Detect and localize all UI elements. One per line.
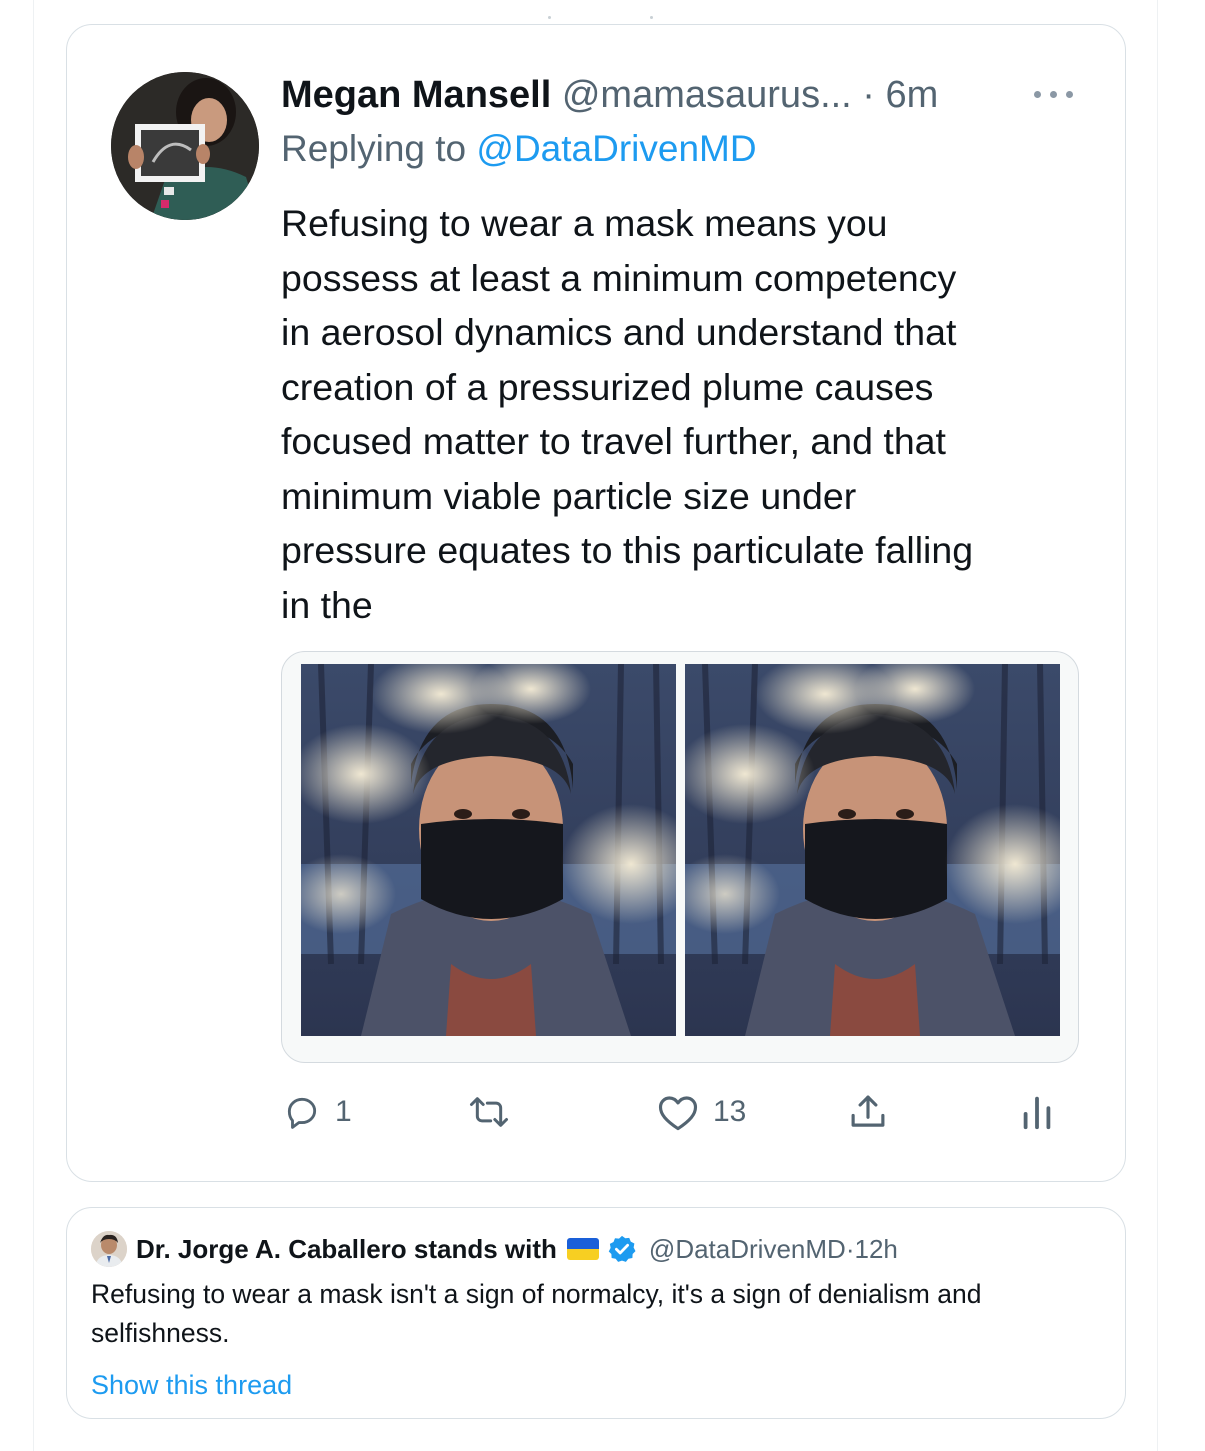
media-image-1[interactable] [301,664,676,1036]
quoted-author-name[interactable]: Dr. Jorge A. Caballero stands with [136,1232,557,1266]
tweet-text: Refusing to wear a mask means you posses… [281,202,974,626]
time-separator: · [851,74,886,116]
like-count: 13 [713,1095,747,1128]
author-handle[interactable]: @mamasaurus... [562,74,852,116]
tweet-header: Megan Mansell @mamasaurus... · 6m [281,73,938,117]
thread-connector [540,16,660,22]
replying-to-label: Replying to [281,128,477,169]
media-image-2[interactable] [685,664,1060,1036]
share-button[interactable] [847,1090,889,1134]
tweet-time[interactable]: 6m [886,74,939,116]
timeline-border-right [1157,0,1158,1451]
reply-icon [287,1097,317,1129]
share-icon [851,1095,885,1127]
replying-to-link[interactable]: @DataDrivenMD [476,128,756,169]
analytics-icon [1023,1096,1051,1130]
reply-button[interactable]: 1 [283,1090,352,1134]
quoted-tweet-text: Refusing to wear a mask isn't a sign of … [91,1279,982,1348]
quoted-time[interactable]: 12h [854,1232,897,1266]
media-grid [281,651,1079,1063]
avatar[interactable] [111,72,259,220]
more-icon[interactable] [1034,88,1076,100]
analytics-button[interactable] [1021,1090,1053,1134]
reply-count: 1 [335,1095,352,1128]
verified-badge-icon [608,1235,636,1262]
show-thread-link[interactable]: Show this thread [91,1367,292,1403]
ukraine-flag-icon [566,1238,599,1260]
retweet-icon [470,1097,508,1127]
quoted-avatar[interactable] [91,1231,127,1267]
like-button[interactable]: 13 [657,1090,746,1134]
replying-to: Replying to @DataDrivenMD [281,127,757,171]
quoted-handle[interactable]: @DataDrivenMD [649,1232,846,1266]
like-icon [658,1096,698,1131]
author-name[interactable]: Megan Mansell [281,74,551,116]
timeline-border-left [33,0,34,1451]
retweet-button[interactable] [467,1090,525,1134]
quoted-header: Dr. Jorge A. Caballero stands with @Data… [136,1232,898,1266]
quoted-separator: · [845,1234,855,1264]
